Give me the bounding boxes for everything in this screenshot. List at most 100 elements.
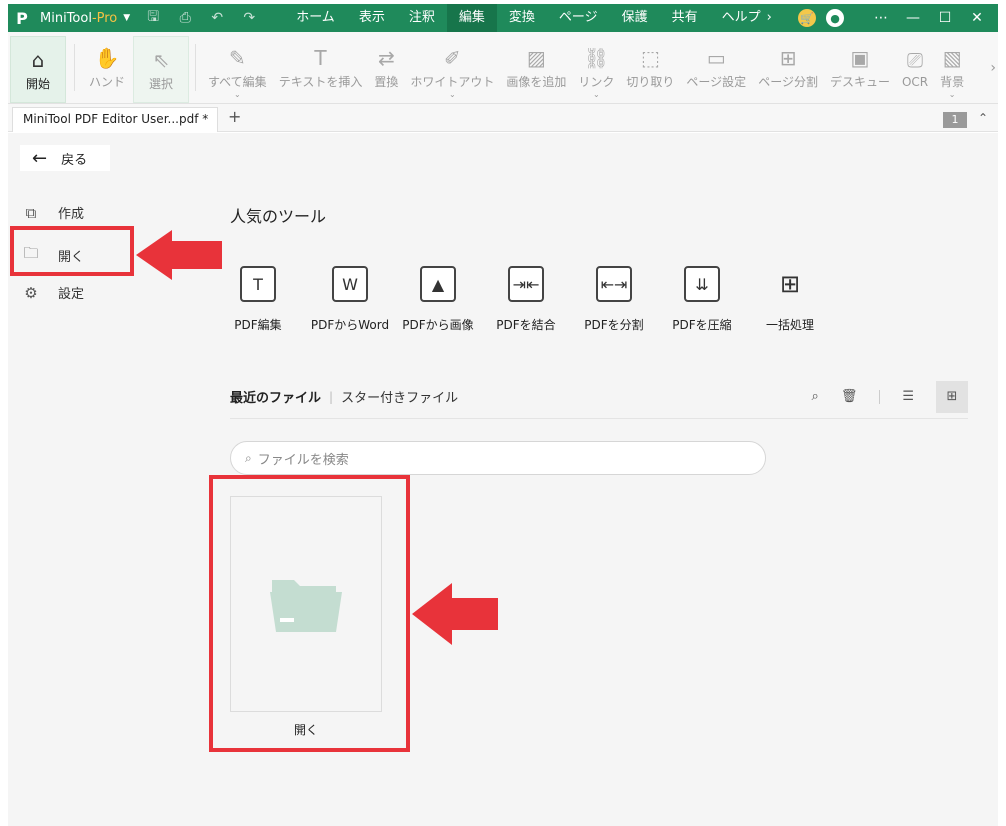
menu-protect[interactable]: 保護	[610, 4, 660, 32]
redo-icon[interactable]: ↷	[240, 9, 258, 27]
app-name[interactable]: MiniTool-Pro	[40, 11, 117, 26]
collapse-ribbon-icon[interactable]: ⌃	[978, 111, 988, 125]
toolbar-divider	[195, 44, 196, 91]
tool-select[interactable]: ⇖ 選択	[133, 36, 189, 103]
sidebar-item-create[interactable]: ⧉ 作成	[22, 203, 84, 223]
document-tab-bar: MiniTool PDF Editor User...pdf * + 1 ⌃	[8, 104, 998, 132]
tool-split-page[interactable]: ⊞ ページ分割	[752, 32, 824, 103]
background-icon: ▧	[942, 46, 962, 70]
view-controls: ⌕ 🗑 ☰ ⊞	[812, 380, 968, 413]
files-header: 最近のファイル | スター付きファイル ⌕ 🗑 ☰ ⊞	[230, 375, 968, 419]
tool-deskew[interactable]: ▣ デスキュー	[824, 32, 896, 103]
tool-pdf-to-word[interactable]: W PDFからWord	[310, 266, 390, 333]
tool-pdf-edit[interactable]: T PDF編集	[230, 266, 286, 333]
undo-icon[interactable]: ↶	[208, 9, 226, 27]
tool-insert-text[interactable]: T テキストを挿入	[273, 32, 369, 103]
tool-batch[interactable]: ⊞ 一括処理	[750, 266, 830, 333]
tool-pdf-to-image[interactable]: ▲ PDFから画像	[398, 266, 478, 333]
menu-convert[interactable]: 変換	[497, 4, 547, 32]
tool-compress-pdf[interactable]: ⇊ PDFを圧縮	[662, 266, 742, 333]
tool-crop-label: 切り取り	[626, 75, 675, 89]
back-button[interactable]: ← 戻る	[20, 145, 110, 171]
close-icon[interactable]: ✕	[966, 10, 988, 26]
crop-icon: ⬚	[640, 46, 660, 70]
sidebar-item-label: 設定	[58, 287, 85, 302]
menu-scroll-right-icon[interactable]: ›	[763, 4, 776, 32]
tool-replace-label: 置換	[374, 75, 399, 89]
new-tab-icon[interactable]: +	[228, 107, 241, 126]
split-page-icon: ⊞	[779, 46, 797, 70]
menu-annotate[interactable]: 注釈	[397, 4, 447, 32]
tool-hand[interactable]: ✋ ハンド	[81, 32, 133, 103]
merge-icon: ⇥⇤	[508, 266, 544, 302]
chevron-down-icon: ⌄	[233, 90, 241, 99]
tool-crop[interactable]: ⬚ 切り取り	[620, 32, 680, 103]
search-input[interactable]: ⌕ ファイルを検索	[230, 441, 766, 475]
tool-ocr[interactable]: ⎚ OCR	[896, 32, 934, 103]
annotation-arrow-icon	[412, 583, 498, 645]
menu-share[interactable]: 共有	[660, 4, 710, 32]
menu-bar: ホーム 表示 注釈 編集 変換 ページ 保護 共有 ヘルプ ›	[284, 4, 776, 32]
tool-add-image-label: 画像を追加	[506, 75, 567, 89]
chevron-down-icon[interactable]: ▼	[123, 13, 130, 23]
cart-icon[interactable]: 🛒	[798, 9, 816, 27]
menu-page[interactable]: ページ	[547, 4, 610, 32]
list-view-icon[interactable]: ☰	[902, 389, 914, 404]
app-logo: P	[16, 8, 28, 28]
save-icon[interactable]: 🖫	[144, 9, 162, 27]
tool-label: PDFを圧縮	[672, 318, 732, 332]
eraser-icon: ✐	[443, 46, 461, 70]
toolbar-divider	[74, 44, 75, 91]
find-icon[interactable]: ⌕	[812, 389, 819, 404]
tool-label: PDFを分割	[584, 318, 644, 332]
tool-whiteout[interactable]: ✐ ホワイトアウト ⌄	[404, 32, 500, 103]
tool-start[interactable]: ⌂ 開始	[10, 36, 66, 103]
deskew-icon: ▣	[850, 46, 870, 70]
menu-edit[interactable]: 編集	[446, 4, 497, 32]
minimize-icon[interactable]: —	[902, 10, 924, 26]
tab-starred-files[interactable]: スター付きファイル	[341, 387, 458, 406]
tool-page-setup[interactable]: ▭ ページ設定	[680, 32, 752, 103]
tool-background[interactable]: ▧ 背景 ⌄	[934, 32, 970, 103]
document-tab[interactable]: MiniTool PDF Editor User...pdf *	[12, 107, 218, 132]
tool-merge-pdf[interactable]: ⇥⇤ PDFを結合	[486, 266, 566, 333]
tool-replace[interactable]: ⇄ 置換	[368, 32, 404, 103]
tab-recent-files[interactable]: 最近のファイル	[230, 387, 321, 406]
account-icon[interactable]: ●	[826, 9, 844, 27]
popular-tools: T PDF編集 W PDFからWord ▲ PDFから画像 ⇥⇤ PDFを結合 …	[230, 266, 838, 333]
pdf-to-image-icon: ▲	[420, 266, 456, 302]
tool-background-label: 背景	[940, 75, 965, 89]
menu-help[interactable]: ヘルプ	[710, 4, 763, 32]
open-card-highlight	[209, 475, 410, 752]
ribbon-toolbar: ⌂ 開始 ✋ ハンド ⇖ 選択 ✎ すべて編集 ⌄ T テキストを挿入 ⇄ 置換…	[8, 32, 998, 104]
chevron-down-icon: ⌄	[948, 90, 956, 99]
tool-page-setup-label: ページ設定	[686, 75, 747, 89]
ocr-icon: ⎚	[907, 47, 924, 72]
controls-divider	[879, 389, 881, 404]
tool-split-pdf[interactable]: ⇤⇥ PDFを分割	[574, 266, 654, 333]
tool-add-image[interactable]: ▨ 画像を追加	[500, 32, 572, 103]
popular-tools-title: 人気のツール	[230, 207, 327, 226]
tool-edit-all-label: すべて編集	[208, 75, 267, 89]
replace-icon: ⇄	[377, 46, 395, 70]
toolbar-scroll-right-icon[interactable]: ›	[990, 32, 998, 103]
print-icon[interactable]: ⎙	[176, 9, 194, 27]
tool-edit-all[interactable]: ✎ すべて編集 ⌄	[202, 32, 273, 103]
split-icon: ⇤⇥	[596, 266, 632, 302]
feedback-icon[interactable]: ⋯	[870, 10, 892, 26]
trash-icon[interactable]: 🗑	[841, 389, 858, 404]
tool-link[interactable]: ⛓ リンク ⌄	[572, 32, 620, 103]
batch-icon: ⊞	[779, 270, 801, 298]
menu-view[interactable]: 表示	[347, 4, 397, 32]
tool-hand-label: ハンド	[88, 75, 125, 89]
title-bar-right: 🛒 ● ⋯ — ☐ ✕	[798, 9, 998, 27]
tool-ocr-label: OCR	[901, 74, 929, 89]
cursor-icon: ⇖	[152, 48, 170, 72]
menu-home[interactable]: ホーム	[284, 4, 347, 32]
grid-view-icon[interactable]: ⊞	[936, 380, 968, 413]
gear-icon: ⚙	[24, 283, 38, 302]
sidebar-item-settings[interactable]: ⚙ 設定	[22, 283, 85, 303]
maximize-icon[interactable]: ☐	[934, 10, 956, 26]
tool-start-label: 開始	[25, 77, 50, 91]
search-icon: ⌕	[245, 450, 252, 465]
